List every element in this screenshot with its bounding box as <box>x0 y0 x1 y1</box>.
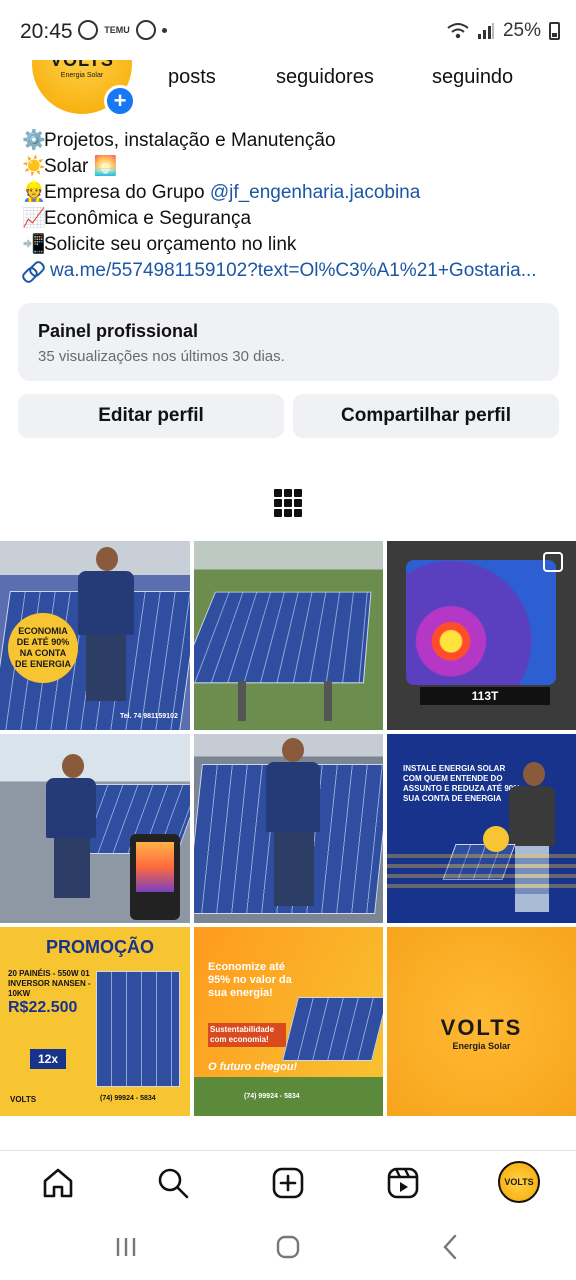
brand-subtitle: Energia Solar <box>452 1041 511 1051</box>
post-thumbnail[interactable] <box>194 734 383 923</box>
reels-icon <box>387 1167 419 1199</box>
more-notifications-icon <box>162 27 167 33</box>
search-icon <box>158 1168 189 1199</box>
system-navigation-bar <box>0 1212 576 1280</box>
thermal-reading: 113T <box>420 687 550 705</box>
promo-price: R$22.500 <box>8 999 78 1016</box>
followers-count-label: seguidores <box>276 66 374 88</box>
carousel-post-icon <box>543 552 563 572</box>
bio-line: ⚙️Projetos, instalação e Manutenção <box>22 128 562 154</box>
bio-line: 📈Econômica e Segurança <box>22 206 562 232</box>
status-time: 20:45 <box>20 20 73 43</box>
post-text: INSTALE ENERGIA SOLAR COM QUEM ENTENDE D… <box>403 764 521 803</box>
create-tab[interactable] <box>268 1163 308 1203</box>
promo-description: 20 PAINÉIS - 550W 01 INVERSOR NANSEN - 1… <box>8 969 91 998</box>
link-icon <box>22 261 42 281</box>
promo-logo: VOLTS <box>10 1095 37 1104</box>
recent-apps-button[interactable] <box>106 1232 146 1262</box>
search-tab[interactable] <box>153 1163 193 1203</box>
following-count-label: seguindo <box>432 66 514 88</box>
bio-text: Solicite seu orçamento no link <box>44 234 297 255</box>
posts-count-label: posts <box>168 66 216 88</box>
post-thumbnail[interactable]: PROMOÇÃO 20 PAINÉIS - 550W 01 INVERSOR N… <box>0 927 190 1116</box>
gear-icon: ⚙️ <box>22 130 46 151</box>
sun-icon: ☀️ <box>22 156 46 177</box>
bio-line: ☀️Solar 🌅 <box>22 154 562 180</box>
bio-line: 📲Solicite seu orçamento no link <box>22 232 562 258</box>
temu-icon: TEMU <box>104 24 130 35</box>
bio-text: Solar <box>44 156 89 177</box>
signal-icon <box>477 23 494 39</box>
bottom-navigation: VOLTS <box>0 1150 576 1212</box>
system-status: 25% <box>447 20 560 42</box>
post-text: Economize até 95% no valor da sua energi… <box>208 961 292 999</box>
notification-icons: TEMU <box>78 20 167 40</box>
worker-icon: 👷 <box>22 182 46 203</box>
create-post-icon <box>272 1167 304 1199</box>
professional-dashboard-title: Painel profissional <box>38 321 199 341</box>
post-thumbnail[interactable] <box>194 541 383 730</box>
whatsapp-icon <box>136 20 156 40</box>
post-thumbnail[interactable] <box>0 734 190 923</box>
add-story-button[interactable]: + <box>104 85 136 117</box>
post-script-text: O futuro chegou! <box>208 1061 298 1073</box>
promo-installments: 12x <box>30 1049 66 1069</box>
battery-icon <box>549 22 560 40</box>
post-thumbnail[interactable]: Economize até 95% no valor da sua energi… <box>194 927 383 1116</box>
home-circle-icon <box>276 1235 300 1259</box>
promo-title: PROMOÇÃO <box>46 937 154 957</box>
recent-apps-icon <box>116 1238 136 1256</box>
post-thumbnail[interactable]: ECONOMIA DE ATÉ 90% NA CONTA DE ENERGIA … <box>0 541 190 730</box>
post-contact: (74) 99924 - 5834 <box>244 1093 300 1100</box>
brand-logo: VOLTS <box>440 1015 523 1040</box>
wifi-icon <box>447 23 469 39</box>
bio-line: 👷Empresa do Grupo @jf_engenharia.jacobin… <box>22 180 562 206</box>
bio-text: Empresa do Grupo <box>44 182 210 203</box>
posts-grid-tab-icon[interactable] <box>274 489 302 517</box>
post-badge: ECONOMIA DE ATÉ 90% NA CONTA DE ENERGIA <box>8 613 78 683</box>
home-tab[interactable] <box>38 1163 78 1203</box>
professional-dashboard-subtitle: 35 visualizações nos últimos 30 dias. <box>38 348 285 365</box>
whatsapp-icon <box>78 20 98 40</box>
bio-external-link[interactable]: wa.me/5574981159102?text=Ol%C3%A1%21+Gos… <box>22 258 562 284</box>
phone-arrow-icon: 📲 <box>22 234 46 255</box>
post-thumbnail[interactable]: INSTALE ENERGIA SOLAR COM QUEM ENTENDE D… <box>387 734 576 923</box>
chart-up-icon: 📈 <box>22 208 46 229</box>
bio-link-text: wa.me/5574981159102?text=Ol%C3%A1%21+Gos… <box>50 260 537 281</box>
sunrise-icon: 🌅 <box>93 156 118 177</box>
home-system-button[interactable] <box>268 1232 308 1262</box>
post-thumbnail[interactable]: VOLTS Energia Solar <box>387 927 576 1116</box>
profile-bio: ⚙️Projetos, instalação e Manutenção ☀️So… <box>22 128 562 284</box>
edit-profile-button[interactable]: Editar perfil <box>18 394 284 438</box>
share-profile-button[interactable]: Compartilhar perfil <box>293 394 559 438</box>
promo-contact: (74) 99924 - 5834 <box>100 1095 156 1102</box>
group-mention-link[interactable]: @jf_engenharia.jacobina <box>210 182 421 203</box>
avatar-logo-subtitle: Energia Solar <box>60 72 104 79</box>
back-chevron-icon <box>443 1234 457 1260</box>
post-tag: Sustentabilidade com economia! <box>208 1023 286 1047</box>
profile-tab[interactable]: VOLTS <box>498 1161 540 1203</box>
reels-tab[interactable] <box>383 1163 423 1203</box>
battery-percent: 25% <box>502 20 541 41</box>
home-icon <box>43 1168 73 1198</box>
thermal-camera-display <box>406 560 556 685</box>
professional-dashboard[interactable]: Painel profissional 35 visualizações nos… <box>18 303 559 381</box>
bio-text: Projetos, instalação e Manutenção <box>44 130 336 151</box>
bio-text: Econômica e Segurança <box>44 208 252 229</box>
back-button[interactable] <box>430 1232 470 1262</box>
status-bar: 20:45 TEMU 25% <box>0 0 576 60</box>
profile-tab-logo: VOLTS <box>504 1177 534 1187</box>
post-phone: Tel. 74 981159102 <box>120 713 178 720</box>
